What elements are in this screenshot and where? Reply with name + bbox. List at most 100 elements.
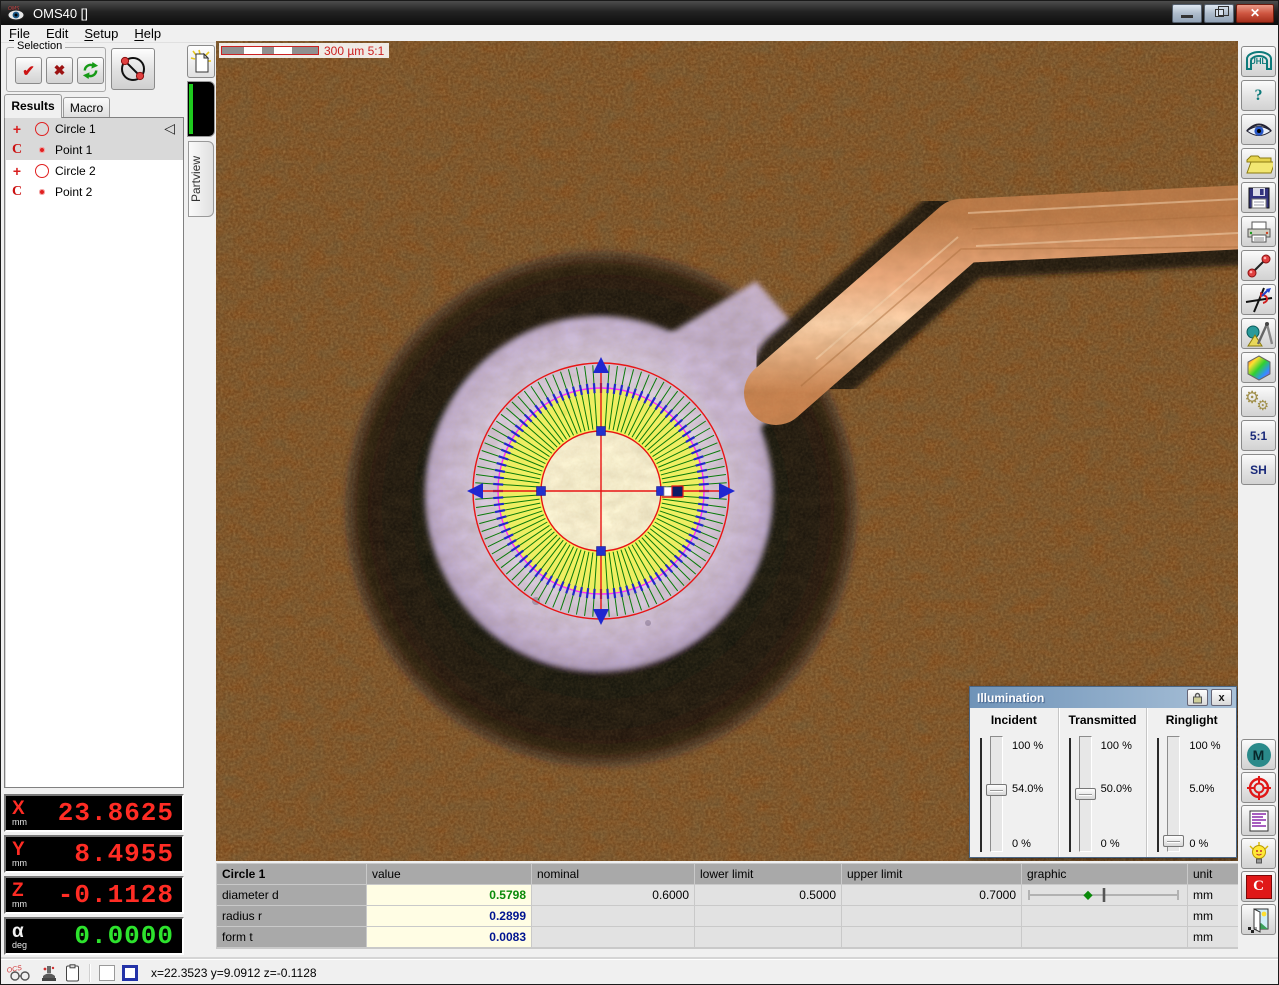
- pin-button[interactable]: [1187, 689, 1208, 706]
- z-value: -0.1128: [48, 880, 174, 910]
- results-list: + Circle 1 ◁ C Point 1 + Circle 2 C Poin…: [4, 117, 184, 788]
- table-header-nominal: nominal: [532, 864, 694, 884]
- tab-partview[interactable]: Partview: [188, 141, 214, 217]
- settings-gears-button[interactable]: ⚙ ⚙: [1241, 386, 1276, 417]
- white-box-indicator: [99, 965, 115, 981]
- unit-cell: mm: [1188, 885, 1243, 905]
- diameter-upper-cell[interactable]: 0.7000: [842, 885, 1021, 905]
- y-value: 8.4955: [48, 839, 174, 869]
- slider-track: [1157, 738, 1159, 852]
- radius-value-cell[interactable]: 0.2899: [367, 906, 531, 926]
- transmitted-slider-thumb[interactable]: [1075, 788, 1096, 800]
- help-button[interactable]: ?: [1241, 80, 1276, 111]
- live-image-button[interactable]: [1241, 114, 1276, 145]
- list-item-point1[interactable]: C Point 1: [5, 139, 183, 160]
- selection-group-label: Selection: [14, 40, 65, 52]
- reject-button[interactable]: ✖: [46, 57, 73, 84]
- c-icon: C: [5, 184, 29, 200]
- diameter-value-cell[interactable]: 0.5798: [367, 885, 531, 905]
- svg-text:OCS: OCS: [7, 965, 23, 975]
- exit-door-icon: [1246, 907, 1272, 933]
- illumination-button[interactable]: [1241, 838, 1276, 869]
- m-circle-icon: M: [1247, 743, 1271, 767]
- slider-track: [980, 738, 982, 852]
- svg-text:UHL: UHL: [1250, 57, 1267, 66]
- illumination-titlebar[interactable]: Illumination x: [970, 687, 1236, 708]
- ocs-logo-icon: OCS: [7, 965, 33, 981]
- restore-button[interactable]: [1204, 4, 1234, 23]
- refresh-button[interactable]: [77, 57, 104, 84]
- exit-button[interactable]: [1241, 904, 1276, 935]
- open-folder-icon: [1245, 153, 1273, 175]
- close-icon: ✕: [1250, 6, 1260, 20]
- illumination-close-button[interactable]: x: [1211, 689, 1232, 706]
- table-header-graphic: graphic: [1022, 864, 1187, 884]
- ringlight-slider-thumb[interactable]: [1163, 835, 1184, 847]
- table-header-lower: lower limit: [695, 864, 841, 884]
- unit-cell: mm: [1188, 927, 1243, 947]
- video-image-area[interactable]: 300 µm 5:1 Illumination x Incident: [216, 41, 1238, 861]
- window-title: OMS40 []: [33, 6, 88, 21]
- clear-c-button[interactable]: C: [1241, 871, 1276, 902]
- c-square-icon: C: [1246, 875, 1272, 899]
- form-lower-cell[interactable]: [695, 927, 841, 947]
- uhl-logo-button[interactable]: UHL: [1241, 46, 1276, 77]
- save-button[interactable]: [1241, 182, 1276, 213]
- tab-video[interactable]: Video: [187, 81, 215, 137]
- target-button[interactable]: [1241, 772, 1276, 803]
- close-button[interactable]: ✕: [1236, 4, 1274, 23]
- incident-slider-thumb[interactable]: [986, 784, 1007, 796]
- menu-help[interactable]: Help: [126, 25, 169, 43]
- tab-results[interactable]: Results: [4, 94, 62, 118]
- x-coordinate-display: Xmm 23.8625: [4, 794, 184, 832]
- axes-tool-button[interactable]: [1241, 284, 1276, 315]
- list-item-circle2[interactable]: + Circle 2: [5, 160, 183, 181]
- macro-m-button[interactable]: M: [1241, 739, 1276, 770]
- table-header-upper: upper limit: [842, 864, 1021, 884]
- clipboard-icon: [65, 964, 80, 982]
- eye-icon: [1245, 120, 1273, 140]
- z-coordinate-display: Zmm -0.1128: [4, 876, 184, 914]
- open-button[interactable]: [1241, 148, 1276, 179]
- color-settings-button[interactable]: [1241, 352, 1276, 383]
- table-row-name: form t: [217, 927, 366, 947]
- new-page-button[interactable]: [187, 45, 215, 78]
- table-row-name: radius r: [217, 906, 366, 926]
- accept-button[interactable]: ✔: [15, 57, 42, 84]
- circle-tool-icon: [118, 54, 148, 84]
- distance-tool-button[interactable]: [1241, 250, 1276, 281]
- alpha-coordinate-display: αdeg 0.0000: [4, 917, 184, 955]
- tolerance-graphic-cell: [1022, 927, 1187, 947]
- construction-tool-button[interactable]: [1241, 318, 1276, 349]
- form-nominal-cell[interactable]: [532, 927, 694, 947]
- radius-nominal-cell[interactable]: [532, 906, 694, 926]
- report-button[interactable]: [1241, 805, 1276, 836]
- table-header-value: value: [367, 864, 531, 884]
- form-value-cell[interactable]: 0.0083: [367, 927, 531, 947]
- tab-macro[interactable]: Macro: [63, 97, 110, 118]
- list-item-point2[interactable]: C Point 2: [5, 181, 183, 202]
- slider-track: [1069, 738, 1071, 852]
- circle-icon: [35, 122, 49, 136]
- circle-tool-button[interactable]: [111, 48, 155, 90]
- list-item-circle1[interactable]: + Circle 1 ◁: [5, 118, 183, 139]
- question-icon: ?: [1255, 87, 1263, 105]
- menu-setup[interactable]: Setup: [76, 25, 126, 43]
- sh-button[interactable]: SH: [1241, 454, 1276, 485]
- zoom-ratio-button[interactable]: 5:1: [1241, 420, 1276, 451]
- diameter-nominal-cell[interactable]: 0.6000: [532, 885, 694, 905]
- printer-icon: [1246, 220, 1272, 244]
- form-upper-cell[interactable]: [842, 927, 1021, 947]
- radius-upper-cell[interactable]: [842, 906, 1021, 926]
- table-header-unit: unit: [1188, 864, 1243, 884]
- radius-lower-cell[interactable]: [695, 906, 841, 926]
- tolerance-graphic-cell: [1022, 906, 1187, 926]
- target-icon: [1246, 775, 1272, 801]
- print-button[interactable]: [1241, 216, 1276, 247]
- minimize-button[interactable]: [1172, 4, 1202, 23]
- c-icon: C: [5, 142, 29, 158]
- plus-icon: +: [5, 121, 29, 137]
- transmitted-channel: Transmitted 100 % 50.0% 0 %: [1059, 708, 1148, 857]
- diameter-lower-cell[interactable]: 0.5000: [695, 885, 841, 905]
- ringlight-value: 5.0%: [1189, 783, 1214, 795]
